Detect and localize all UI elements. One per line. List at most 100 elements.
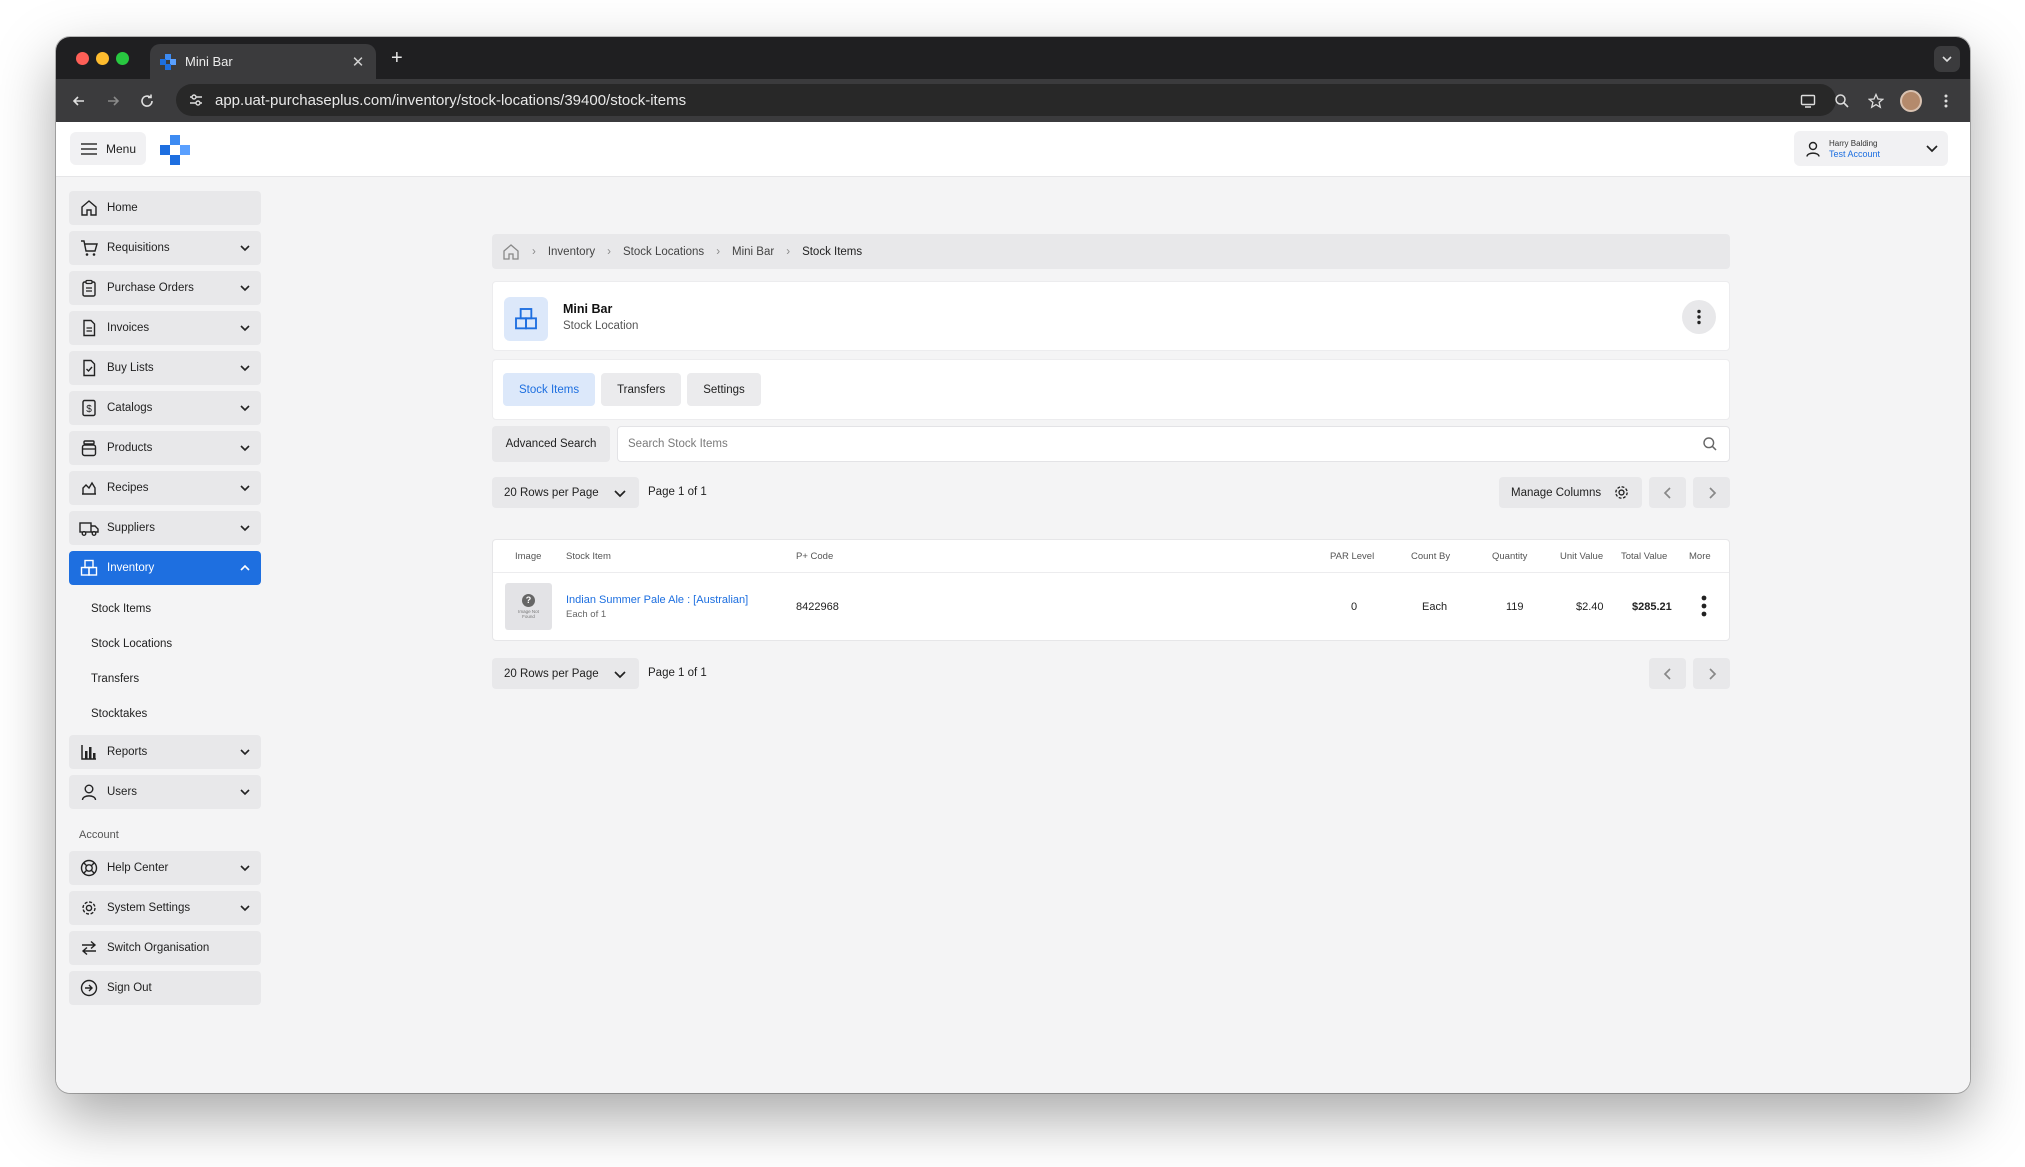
- chevron-down-icon: [240, 525, 250, 532]
- sidebar-item-label: Users: [107, 786, 138, 798]
- chevron-down-icon: [240, 405, 250, 412]
- sidebar-item-requisitions[interactable]: Requisitions: [69, 231, 261, 265]
- home-icon[interactable]: [502, 243, 520, 261]
- jar-icon: [79, 438, 99, 458]
- zoom-icon[interactable]: [1832, 91, 1852, 111]
- sidebar-item-switch-organisation[interactable]: Switch Organisation: [69, 931, 261, 965]
- sidebar-item-products[interactable]: Products: [69, 431, 261, 465]
- rows-per-page-select[interactable]: 20 Rows per Page: [492, 658, 639, 689]
- new-tab-icon[interactable]: +: [391, 47, 403, 70]
- column-header-quantity[interactable]: Quantity: [1492, 551, 1527, 562]
- sidebar-subitem-stock-items[interactable]: Stock Items: [69, 591, 261, 626]
- sidebar-item-purchase-orders[interactable]: Purchase Orders: [69, 271, 261, 305]
- close-window-button[interactable]: [76, 52, 89, 65]
- browser-window: Mini Bar ✕ + app.uat-purchaseplus.com/in…: [56, 37, 1970, 1093]
- stock-item-link[interactable]: Indian Summer Pale Ale : [Australian]: [566, 594, 748, 606]
- chevron-down-icon: [240, 865, 250, 872]
- rows-per-page-select[interactable]: 20 Rows per Page: [492, 477, 639, 508]
- browser-profile-avatar[interactable]: [1900, 89, 1922, 112]
- previous-page-button[interactable]: [1649, 477, 1686, 508]
- cell-code: 8422968: [796, 601, 839, 613]
- browser-tab-title: Mini Bar: [185, 54, 233, 69]
- chevron-left-icon: [1663, 667, 1671, 680]
- sidebar-item-label: Switch Organisation: [107, 942, 210, 954]
- gear-icon: [79, 898, 99, 918]
- recipe-icon: [79, 478, 99, 498]
- column-header-unit-value[interactable]: Unit Value: [1560, 551, 1603, 562]
- column-header-code[interactable]: P+ Code: [796, 551, 833, 562]
- back-icon[interactable]: [68, 90, 90, 112]
- breadcrumb-mini-bar[interactable]: Mini Bar: [732, 246, 774, 258]
- sidebar-item-buy-lists[interactable]: Buy Lists: [69, 351, 261, 385]
- sidebar-item-reports[interactable]: Reports: [69, 735, 261, 769]
- breadcrumb-inventory[interactable]: Inventory: [548, 246, 595, 258]
- user-menu-button[interactable]: Harry Balding Test Account: [1794, 131, 1948, 166]
- sidebar-item-sign-out[interactable]: Sign Out: [69, 971, 261, 1005]
- next-page-button[interactable]: [1693, 658, 1730, 689]
- sidebar-item-invoices[interactable]: Invoices: [69, 311, 261, 345]
- sidebar-item-catalogs[interactable]: $ Catalogs: [69, 391, 261, 425]
- cart-icon: [79, 238, 99, 258]
- sidebar-item-users[interactable]: Users: [69, 775, 261, 809]
- tab-stock-items[interactable]: Stock Items: [503, 373, 596, 406]
- sidebar-item-suppliers[interactable]: Suppliers: [69, 511, 261, 545]
- forward-icon[interactable]: [102, 90, 124, 112]
- column-header-stock-item[interactable]: Stock Item: [566, 551, 611, 562]
- rows-per-page-label: 20 Rows per Page: [504, 486, 599, 499]
- chevron-down-icon: [240, 485, 250, 492]
- breadcrumb-stock-locations[interactable]: Stock Locations: [623, 246, 704, 258]
- browser-tab[interactable]: Mini Bar ✕: [150, 44, 376, 79]
- chevron-right-icon: [1708, 486, 1716, 499]
- menu-button[interactable]: Menu: [70, 132, 146, 165]
- sidebar-item-home[interactable]: Home: [69, 191, 261, 225]
- sidebar-subitem-stocktakes[interactable]: Stocktakes: [69, 696, 261, 731]
- chevron-down-icon: [1926, 145, 1938, 153]
- maximize-window-button[interactable]: [116, 52, 129, 65]
- location-more-button[interactable]: [1682, 300, 1716, 334]
- column-header-total-value[interactable]: Total Value: [1621, 551, 1667, 562]
- close-tab-icon[interactable]: ✕: [350, 53, 366, 71]
- tab-settings[interactable]: Settings: [687, 373, 761, 406]
- question-icon: ?: [522, 594, 535, 607]
- manage-columns-button[interactable]: Manage Columns: [1499, 477, 1642, 508]
- sidebar-item-inventory[interactable]: Inventory: [69, 551, 261, 585]
- browser-menu-icon[interactable]: [1936, 91, 1956, 111]
- next-page-button[interactable]: [1693, 477, 1730, 508]
- switch-icon: [79, 938, 99, 958]
- sidebar-item-label: Invoices: [107, 322, 150, 334]
- inventory-submenu: Stock Items Stock Locations Transfers St…: [69, 591, 261, 731]
- bookmark-star-icon[interactable]: [1866, 91, 1886, 111]
- sidebar-item-label: Requisitions: [107, 242, 170, 254]
- search-icon[interactable]: [1702, 436, 1718, 452]
- user-account: Test Account: [1829, 148, 1881, 159]
- minimize-window-button[interactable]: [96, 52, 109, 65]
- previous-page-button[interactable]: [1649, 658, 1686, 689]
- row-more-icon[interactable]: [1701, 595, 1707, 617]
- sidebar-item-help-center[interactable]: Help Center: [69, 851, 261, 885]
- chevron-down-icon: [240, 325, 250, 332]
- app-header: Menu Harry Balding Test Account: [56, 122, 1970, 177]
- chevron-down-icon: [240, 905, 250, 912]
- address-bar[interactable]: app.uat-purchaseplus.com/inventory/stock…: [176, 84, 1836, 116]
- sidebar-item-label: Inventory: [107, 562, 155, 574]
- column-header-count-by[interactable]: Count By: [1411, 551, 1450, 562]
- tab-transfers[interactable]: Transfers: [601, 373, 682, 406]
- breadcrumb-stock-items: Stock Items: [802, 245, 863, 258]
- sidebar-subitem-transfers[interactable]: Transfers: [69, 661, 261, 696]
- sidebar-item-recipes[interactable]: Recipes: [69, 471, 261, 505]
- advanced-search-button[interactable]: Advanced Search: [492, 426, 610, 462]
- sidebar-item-system-settings[interactable]: System Settings: [69, 891, 261, 925]
- search-input[interactable]: [617, 426, 1730, 462]
- purchaseplus-logo[interactable]: [159, 134, 191, 166]
- sidebar-subitem-stock-locations[interactable]: Stock Locations: [69, 626, 261, 661]
- reload-icon[interactable]: [136, 90, 158, 112]
- cast-icon[interactable]: [1798, 91, 1818, 111]
- chevron-down-icon: [614, 671, 626, 679]
- sidebar-item-label: Recipes: [107, 482, 149, 494]
- gear-icon: [1615, 486, 1628, 499]
- cell-par-level: 0: [1351, 601, 1358, 613]
- site-settings-icon[interactable]: [186, 90, 206, 110]
- image-not-found-placeholder: ? Image Not Found: [505, 583, 552, 630]
- tab-search-icon[interactable]: [1934, 46, 1960, 72]
- column-header-par-level[interactable]: PAR Level: [1330, 551, 1374, 562]
